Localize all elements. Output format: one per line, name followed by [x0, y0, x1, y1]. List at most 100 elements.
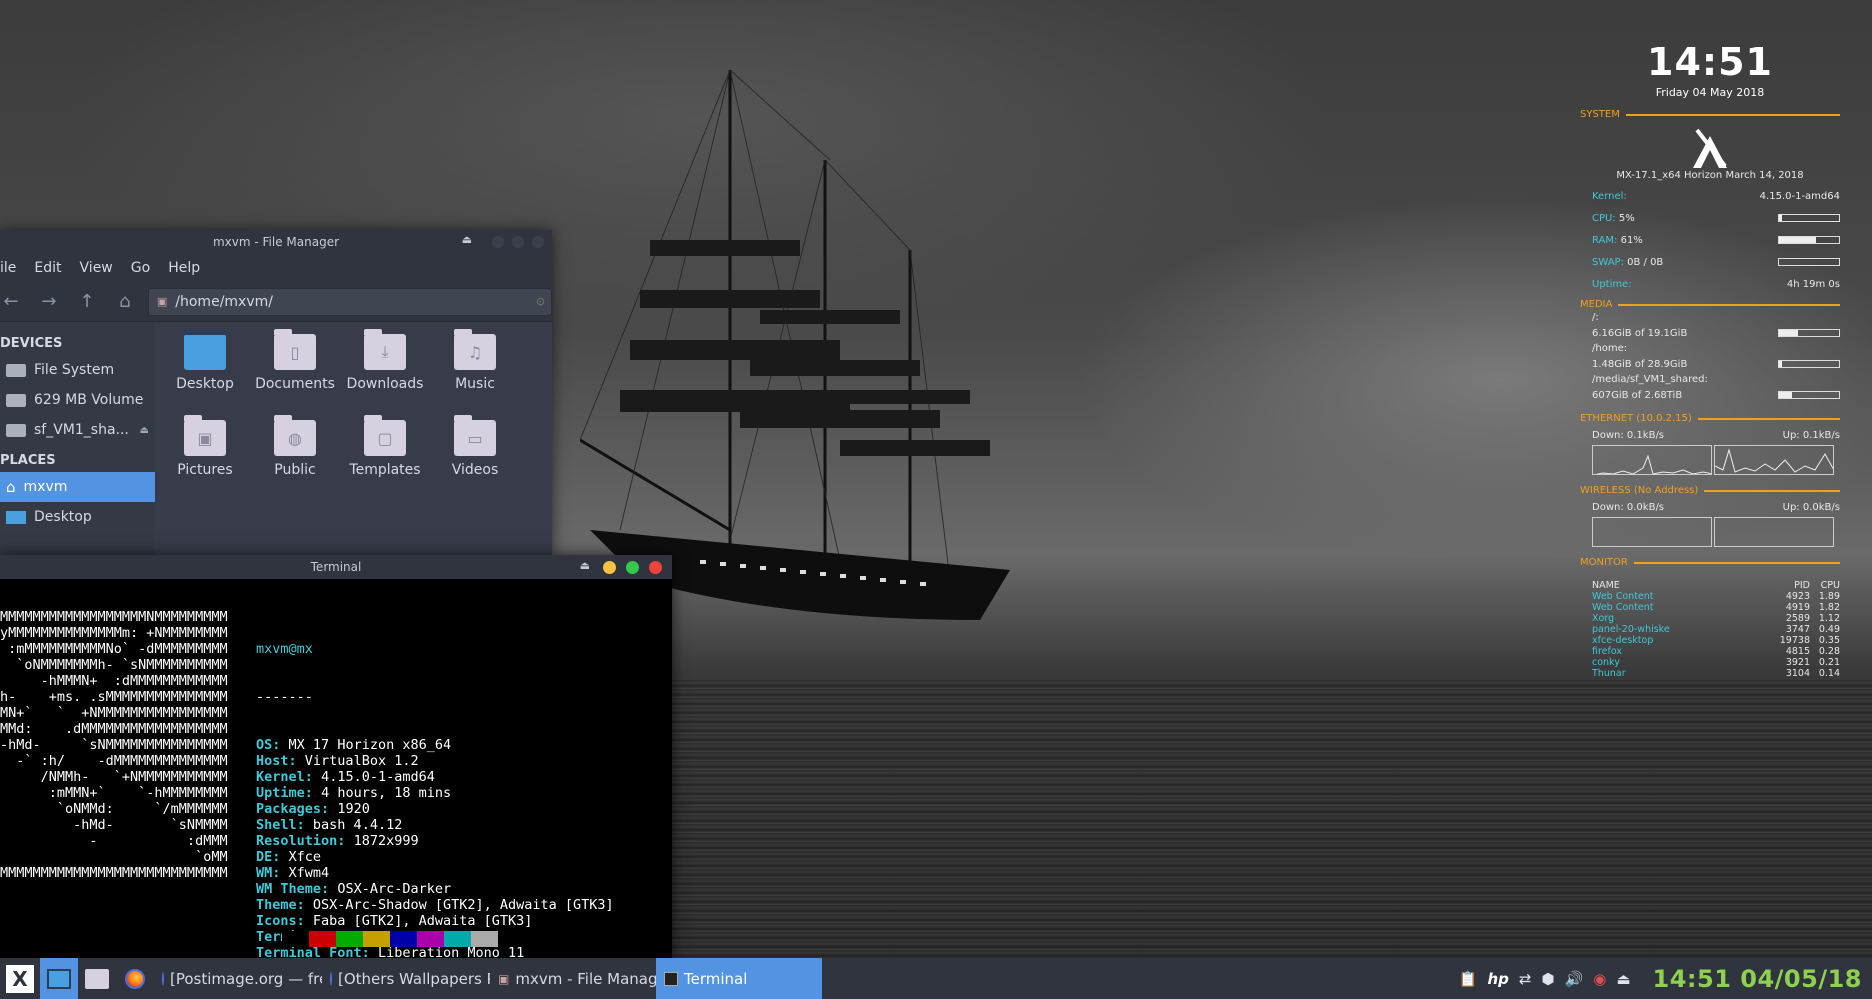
taskbar-task[interactable]: Terminal — [656, 958, 822, 999]
folder-item-desktop[interactable]: Desktop — [160, 329, 250, 420]
process-cpu: 0.28 — [1818, 646, 1840, 657]
neofetch-value: VirtualBox 1.2 — [304, 753, 419, 769]
neofetch-key: WM Theme — [256, 881, 322, 897]
menu-view[interactable]: View — [80, 260, 113, 276]
process-cpu: 1.12 — [1818, 613, 1840, 624]
folder-item-pictures[interactable]: ▣ Pictures — [160, 415, 250, 506]
neofetch-value: bash 4.4.12 — [312, 817, 403, 833]
maximize-button[interactable] — [626, 561, 639, 574]
media-mount-label: /home: — [1592, 343, 1628, 354]
maximize-button[interactable] — [512, 236, 524, 248]
neofetch-key: WM — [256, 865, 273, 881]
neofetch-value: 4.15.0-1-amd64 — [321, 769, 435, 785]
minimize-button[interactable] — [492, 236, 504, 248]
menu-file[interactable]: ile — [0, 260, 16, 276]
menu-go[interactable]: Go — [131, 260, 150, 276]
media-usage-text: 1.48GiB of 28.9GiB — [1592, 358, 1688, 370]
process-cpu: 0.14 — [1818, 668, 1840, 679]
hp-printer-icon[interactable]: hp — [1487, 970, 1508, 988]
neofetch-value: Xfwm4 — [288, 865, 330, 881]
documents-folder-icon: ▯ — [274, 329, 316, 370]
firefox-icon — [125, 968, 145, 989]
shade-icon[interactable]: ⏏ — [580, 559, 590, 572]
up-arrow-icon[interactable]: ↑ — [78, 291, 96, 312]
neofetch-field: Icons: Faba [GTK2], Adwaita [GTK3] — [256, 913, 533, 929]
media-usage-bar — [1778, 360, 1840, 368]
clipboard-icon[interactable]: 📋 — [1459, 970, 1478, 988]
clear-path-icon[interactable]: ⊙ — [536, 295, 545, 308]
firefox-launcher[interactable] — [116, 958, 154, 999]
close-button[interactable] — [532, 236, 544, 248]
updater-icon[interactable]: ⬢ — [1541, 970, 1554, 988]
folder-item-downloads[interactable]: ⤓ Downloads — [340, 329, 430, 420]
neofetch-field: DE: Xfce — [256, 849, 322, 865]
firefox-icon — [162, 971, 164, 986]
terminal-window[interactable]: Terminal ⏏ MMMMMMMMMMMMMMMMMMNMMMMMMMMM … — [0, 555, 672, 999]
conky-wl-graphs — [1592, 517, 1840, 547]
color-swatch — [282, 931, 309, 947]
color-swatch — [471, 931, 498, 947]
back-arrow-icon[interactable]: ← — [2, 291, 20, 312]
conky-widget: 14:51 Friday 04 May 2018 SYSTEM MX-17.1_… — [1580, 40, 1840, 679]
templates-folder-icon: ▢ — [364, 415, 406, 456]
taskbar-clock[interactable]: 14:51 04/05/18 — [1653, 965, 1862, 993]
media-usage-text: 6.16GiB of 19.1GiB — [1592, 327, 1688, 339]
home-icon[interactable]: ⌂ — [116, 291, 134, 312]
eth-up-graph — [1714, 445, 1834, 475]
home-folder-icon: ▣ — [156, 295, 168, 308]
folder-item-templates[interactable]: ▢ Templates — [340, 415, 430, 506]
close-button[interactable] — [649, 561, 662, 574]
terminal-titlebar[interactable]: Terminal ⏏ — [0, 555, 672, 579]
taskbar-task[interactable]: [Postimage.org — free... — [154, 958, 322, 999]
process-name: firefox — [1592, 646, 1623, 657]
shade-icon[interactable]: ⏏ — [462, 233, 472, 246]
conky-swap-row: SWAP: 0B / 0B — [1580, 251, 1840, 273]
file-manager-window[interactable]: mxvm - File Manager ⏏ ile Edit View Go H… — [0, 230, 553, 557]
color-swatch — [390, 931, 417, 947]
neofetch-key: Uptime — [256, 785, 305, 801]
eject-icon[interactable]: ⏏ — [1616, 970, 1630, 988]
folder-item-music[interactable]: ♫ Music — [430, 329, 520, 420]
fm-titlebar[interactable]: mxvm - File Manager ⏏ — [0, 230, 552, 254]
sidebar-item-desktop[interactable]: Desktop — [0, 502, 155, 532]
process-cpu: 1.89 — [1818, 591, 1840, 602]
menu-help[interactable]: Help — [168, 260, 200, 276]
folder-item-documents[interactable]: ▯ Documents — [250, 329, 340, 420]
neofetch-value: 4 hours, 18 mins — [321, 785, 452, 801]
neofetch-key: Kernel — [256, 769, 305, 785]
show-desktop-button[interactable] — [40, 958, 78, 999]
taskbar-task[interactable]: ▣ mxvm - File Manager — [490, 958, 656, 999]
neofetch-key: Packages — [256, 801, 322, 817]
neofetch-field: Theme: OSX-Arc-Shadow [GTK2], Adwaita [G… — [256, 897, 614, 913]
neofetch-key: Icons — [256, 913, 297, 929]
process-row: Xorg 2589 1.12 — [1580, 613, 1840, 624]
forward-arrow-icon[interactable]: → — [40, 291, 58, 312]
menu-edit[interactable]: Edit — [34, 260, 61, 276]
process-pid: 4923 — [1785, 591, 1810, 602]
minimize-button[interactable] — [603, 561, 616, 574]
folder-name: Music — [455, 376, 495, 392]
conky-wl-rates: Down: 0.0kB/s Up: 0.0kB/s — [1592, 502, 1840, 513]
start-menu-button[interactable]: X — [0, 958, 40, 999]
network-icon[interactable]: ⇄ — [1519, 970, 1532, 988]
cpu-bar — [1778, 214, 1840, 222]
volume-icon[interactable]: 🔊 — [1565, 970, 1584, 988]
taskbar-task[interactable]: [Others Wallpapers Pa... — [322, 958, 490, 999]
mx-logo-icon: X — [6, 964, 34, 993]
file-manager-launcher[interactable] — [78, 958, 116, 999]
task-label: [Postimage.org — free... — [170, 969, 322, 988]
folder-item-public[interactable]: ◍ Public — [250, 415, 340, 506]
fm-menubar: ile Edit View Go Help — [0, 254, 552, 282]
folder-grid: Desktop ▯ Documents ⤓ Downloads ♫ Music ▣ Pictur… — [0, 322, 520, 506]
process-cpu: 1.82 — [1818, 602, 1840, 613]
path-text: /home/mxvm/ — [175, 293, 273, 310]
process-row: Thunar 3104 0.14 — [1580, 668, 1840, 679]
neofetch-key: DE — [256, 849, 273, 865]
folder-item-videos[interactable]: ▭ Videos — [430, 415, 520, 506]
task-label: Terminal — [684, 969, 748, 988]
neofetch-value: 1920 — [337, 801, 370, 817]
neofetch-field: Resolution: 1872x999 — [256, 833, 419, 849]
power-manager-icon[interactable]: ◉ — [1593, 970, 1606, 988]
path-input[interactable]: ▣ /home/mxvm/ ⊙ — [147, 287, 553, 316]
pictures-folder-icon: ▣ — [184, 415, 226, 456]
